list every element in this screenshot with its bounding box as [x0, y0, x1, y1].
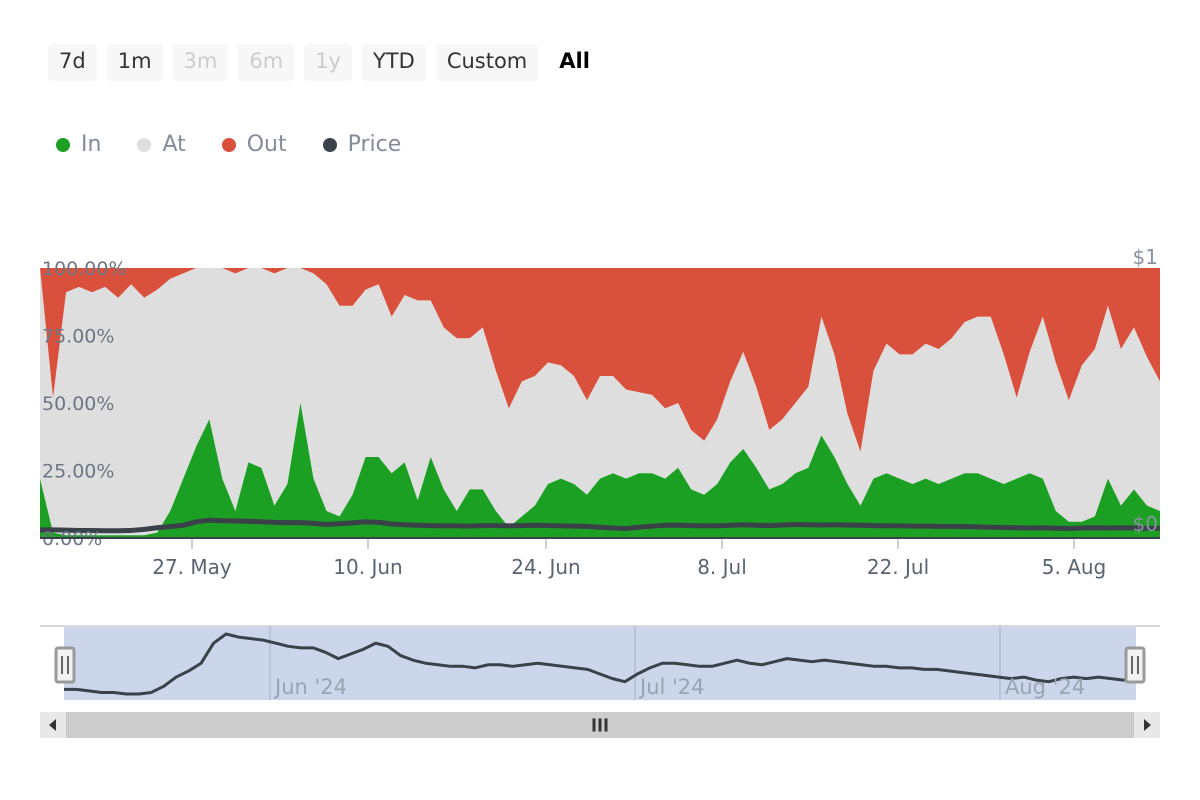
- price-axis-bottom-label: $0: [1133, 512, 1158, 536]
- legend-label-price: Price: [347, 132, 402, 157]
- navigator-month-label: Jul '24: [638, 675, 705, 699]
- range-button-1y: 1y: [304, 44, 352, 81]
- navigator-svg: Jun '24 Jul '24 Aug '24: [40, 625, 1160, 700]
- range-button-all[interactable]: All: [548, 44, 601, 81]
- legend-label-in: In: [81, 132, 102, 157]
- x-axis-tick-label: 22. Jul: [867, 555, 929, 579]
- y-axis-tick-label: 25.00%: [42, 461, 114, 483]
- nav-handle-right[interactable]: [1124, 646, 1146, 684]
- navigator-month-label: Aug '24: [1005, 675, 1085, 699]
- main-chart-svg: 0.00%25.00%50.00%75.00%100.00% 27. May 10…: [40, 245, 1160, 579]
- range-button-custom[interactable]: Custom: [435, 44, 539, 81]
- legend-item-out[interactable]: Out: [221, 132, 287, 157]
- navigator[interactable]: Jun '24 Jul '24 Aug '24: [40, 620, 1160, 705]
- range-selector: 7d 1m 3m 6m 1y YTD Custom All: [48, 44, 601, 81]
- scrollbar-grip-icon: [592, 718, 608, 732]
- x-axis-tick-label: 24. Jun: [511, 555, 580, 579]
- circle-marker-icon: [322, 138, 337, 152]
- scrollbar-left-arrow-icon[interactable]: [40, 712, 66, 738]
- x-axis: 27. May 10. Jun 24. Jun 8. Jul 22. Jul 5. Aug: [152, 539, 1106, 579]
- x-axis-tick-label: 10. Jun: [333, 555, 402, 579]
- range-button-7d[interactable]: 7d: [48, 44, 97, 81]
- navigator-scrollbar[interactable]: [40, 712, 1160, 738]
- x-axis-tick-label: 5. Aug: [1042, 555, 1107, 579]
- y-axis-tick-label: 50.00%: [42, 393, 114, 415]
- navigator-month-label: Jun '24: [273, 675, 347, 699]
- range-button-1m[interactable]: 1m: [106, 44, 163, 81]
- price-axis-top-label: $1: [1133, 245, 1158, 269]
- range-button-ytd[interactable]: YTD: [361, 44, 426, 81]
- chart-legend: In At Out Price: [56, 134, 401, 156]
- y-axis-tick-label: 75.00%: [42, 326, 114, 348]
- legend-item-price[interactable]: Price: [322, 132, 402, 157]
- legend-item-at[interactable]: At: [137, 132, 186, 157]
- y-axis-tick-label: 100.00%: [42, 258, 127, 280]
- legend-label-at: At: [162, 132, 186, 157]
- circle-marker-icon: [221, 138, 236, 152]
- scrollbar-right-arrow-icon[interactable]: [1134, 712, 1160, 738]
- main-chart[interactable]: 0.00% 25.00% 50.00% 75.00% 100.00% 27. May 10…: [0, 236, 1200, 586]
- navigator-selected-range[interactable]: [64, 626, 1136, 700]
- scrollbar-track[interactable]: [66, 712, 1134, 738]
- circle-marker-icon: [137, 138, 152, 152]
- circle-marker-icon: [56, 138, 70, 152]
- nav-handle-left[interactable]: [54, 646, 76, 684]
- x-axis-tick-label: 27. May: [152, 555, 232, 579]
- range-button-3m: 3m: [172, 44, 229, 81]
- triangle-right-icon: [1144, 719, 1151, 731]
- range-button-6m: 6m: [238, 44, 295, 81]
- plot-areas: [40, 268, 1160, 538]
- legend-item-in[interactable]: In: [56, 134, 101, 156]
- x-axis-tick-label: 8. Jul: [697, 555, 747, 579]
- legend-label-out: Out: [246, 132, 287, 157]
- triangle-left-icon: [49, 719, 56, 731]
